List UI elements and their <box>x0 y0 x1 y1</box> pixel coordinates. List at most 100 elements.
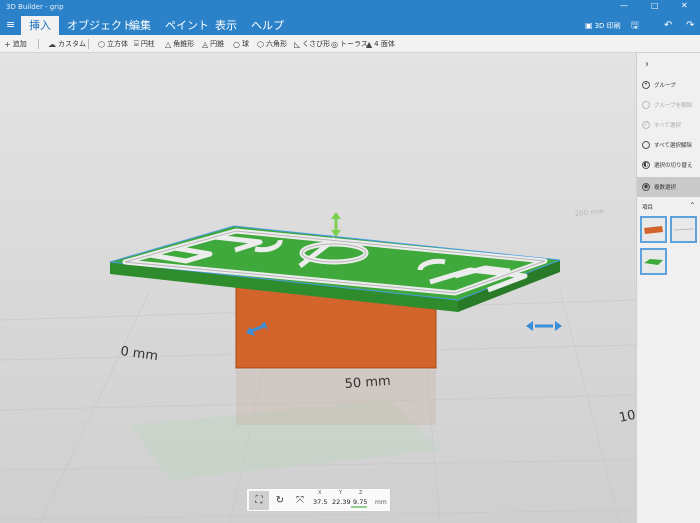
ruler-label-zero: 0 mm <box>119 344 158 364</box>
rotate-handle-right[interactable] <box>526 321 562 331</box>
ribbon-divider <box>88 39 89 49</box>
select-all-label: すべて選択 <box>654 123 681 129</box>
ungroup-button[interactable]: グループを解除 <box>637 95 700 115</box>
tab-view[interactable]: 表示 <box>207 16 245 35</box>
pyramid-icon: △ <box>165 39 172 49</box>
move-icon: ⛶ <box>255 495 263 506</box>
print-3d-button[interactable]: ▣ 3D 印刷 <box>585 16 621 35</box>
invert-icon: ◐ <box>642 161 650 169</box>
tetrahedron-button[interactable]: ▲ 4 面体 <box>366 39 395 49</box>
x-value[interactable]: 37.5 <box>313 498 327 506</box>
add-button[interactable]: + 追加 <box>4 39 27 49</box>
y-value[interactable]: 22.39 <box>332 498 351 506</box>
rotate-tool-button[interactable]: ↻ <box>270 491 290 510</box>
add-label: 追加 <box>12 40 27 48</box>
tab-edit[interactable]: 編集 <box>121 16 159 35</box>
z-label: Z <box>359 490 363 496</box>
group-icon: • <box>642 81 650 89</box>
item-thumbnail-walls[interactable] <box>670 216 697 243</box>
custom-label: カスタム <box>58 40 86 48</box>
z-value[interactable]: 9.75 <box>353 498 367 506</box>
group-label: グループ <box>654 83 676 89</box>
group-button[interactable]: • グループ <box>637 75 700 95</box>
pyramid-button[interactable]: △ 角錐形 <box>165 39 194 49</box>
cube-button[interactable]: ⬡ 立方体 <box>98 39 128 49</box>
select-all-button[interactable]: ✓ すべて選択 <box>637 115 700 135</box>
ruler-label-hundred: 10 <box>618 408 636 426</box>
close-button[interactable]: ✕ <box>681 1 688 10</box>
z-axis-indicator <box>351 506 367 508</box>
plus-icon: + <box>4 39 11 49</box>
x-label: X <box>318 490 322 496</box>
sphere-label: 球 <box>241 40 249 48</box>
ribbon-divider <box>38 39 39 49</box>
cone-icon: ◬ <box>202 39 209 49</box>
cone-button[interactable]: ◬ 円錐 <box>202 39 224 49</box>
unit-label: mm <box>375 499 387 506</box>
wedge-icon: ◺ <box>294 39 301 49</box>
undo-icon[interactable]: ↶ <box>664 16 672 35</box>
sphere-button[interactable]: ○ 球 <box>233 39 249 49</box>
torus-label: トーラス <box>339 40 368 48</box>
tab-help[interactable]: ヘルプ <box>243 16 292 35</box>
title-bar: 3D Builder - grip — □ ✕ ≡ 挿入 オブジェクト 編集 ペ… <box>0 0 700 35</box>
tetrahedron-icon: ▲ <box>366 39 373 49</box>
multi-select-button[interactable]: ◉ 複数選択 <box>637 177 700 197</box>
cube-icon: ⬡ <box>98 39 105 49</box>
block-reflection <box>236 370 436 425</box>
print-3d-label: 3D 印刷 <box>594 21 621 30</box>
hexagon-icon: ⬡ <box>257 39 264 49</box>
tab-insert[interactable]: 挿入 <box>21 16 59 35</box>
invert-selection-button[interactable]: ◐ 選択の切り替え <box>637 155 700 175</box>
chevron-up-icon[interactable]: ⌃ <box>689 201 696 210</box>
sphere-icon: ○ <box>233 39 240 49</box>
insert-ribbon: + 追加 ☁ カスタム ⬡ 立方体 ⌸ 円柱 △ 角錐形 ◬ 円錐 ○ 球 ⬡ 六角形 ◺ くさび… <box>0 35 700 53</box>
transform-toolbar: ⛶ ↻ ⤧ X 37.5 Y 22.39 Z 9.75 mm <box>246 488 391 512</box>
window-title: 3D Builder - grip <box>6 3 64 11</box>
hamburger-menu-icon[interactable]: ≡ <box>6 18 15 31</box>
green-plate-icon <box>644 259 663 265</box>
wedge-button[interactable]: ◺ くさび形 <box>294 39 330 49</box>
pyramid-label: 角錐形 <box>173 40 195 48</box>
invert-selection-label: 選択の切り替え <box>654 163 693 169</box>
save-icon[interactable]: 🖫 <box>631 16 639 35</box>
maximize-button[interactable]: □ <box>651 1 659 10</box>
multi-select-label: 複数選択 <box>654 185 677 191</box>
tetrahedron-label: 4 面体 <box>374 40 395 48</box>
deselect-all-button[interactable]: すべて選択解除 <box>637 135 700 155</box>
scale-tool-button[interactable]: ⤧ <box>290 491 310 510</box>
cylinder-button[interactable]: ⌸ 円柱 <box>134 39 155 49</box>
chevron-right-icon[interactable]: › <box>645 59 649 70</box>
hexagon-button[interactable]: ⬡ 六角形 <box>257 39 287 49</box>
torus-button[interactable]: ◎ トーラス <box>331 39 368 49</box>
orange-block-icon <box>644 226 663 234</box>
rotate-icon: ↻ <box>275 495 285 506</box>
y-label: Y <box>339 490 343 496</box>
hexagon-label: 六角形 <box>265 40 287 48</box>
ungroup-icon <box>642 101 650 109</box>
custom-button[interactable]: ☁ カスタム <box>48 39 86 49</box>
scene-svg: 0 mm 50 mm 10 200 mm <box>0 207 636 523</box>
walls-icon <box>673 228 694 231</box>
redo-icon[interactable]: ↷ <box>686 16 694 35</box>
ungroup-label: グループを解除 <box>654 103 693 109</box>
move-vertical-handle[interactable] <box>331 212 341 237</box>
selection-panel: › • グループ グループを解除 ✓ すべて選択 すべて選択解除 ◐ 選択の切り替え … <box>636 53 700 523</box>
move-tool-button[interactable]: ⛶ <box>249 491 269 510</box>
cone-label: 円錐 <box>210 40 225 48</box>
3d-viewport[interactable]: 0 mm 50 mm 10 200 mm <box>0 53 636 523</box>
multi-select-icon: ◉ <box>642 183 650 191</box>
scale-icon: ⤧ <box>296 495 304 506</box>
cylinder-icon: ⌸ <box>134 39 139 48</box>
item-thumbnail-plate[interactable] <box>640 248 667 275</box>
wedge-label: くさび形 <box>302 40 331 48</box>
cylinder-label: 円柱 <box>140 40 155 48</box>
minimize-button[interactable]: — <box>620 1 628 10</box>
item-thumbnail-orange[interactable] <box>640 216 667 243</box>
cloud-icon: ☁ <box>48 39 56 49</box>
items-header: 項目 <box>642 205 654 211</box>
printer-icon: ▣ <box>585 21 593 30</box>
select-all-icon: ✓ <box>642 121 650 129</box>
deselect-icon <box>642 141 650 149</box>
ruler-label-fifty: 50 mm <box>344 374 391 392</box>
